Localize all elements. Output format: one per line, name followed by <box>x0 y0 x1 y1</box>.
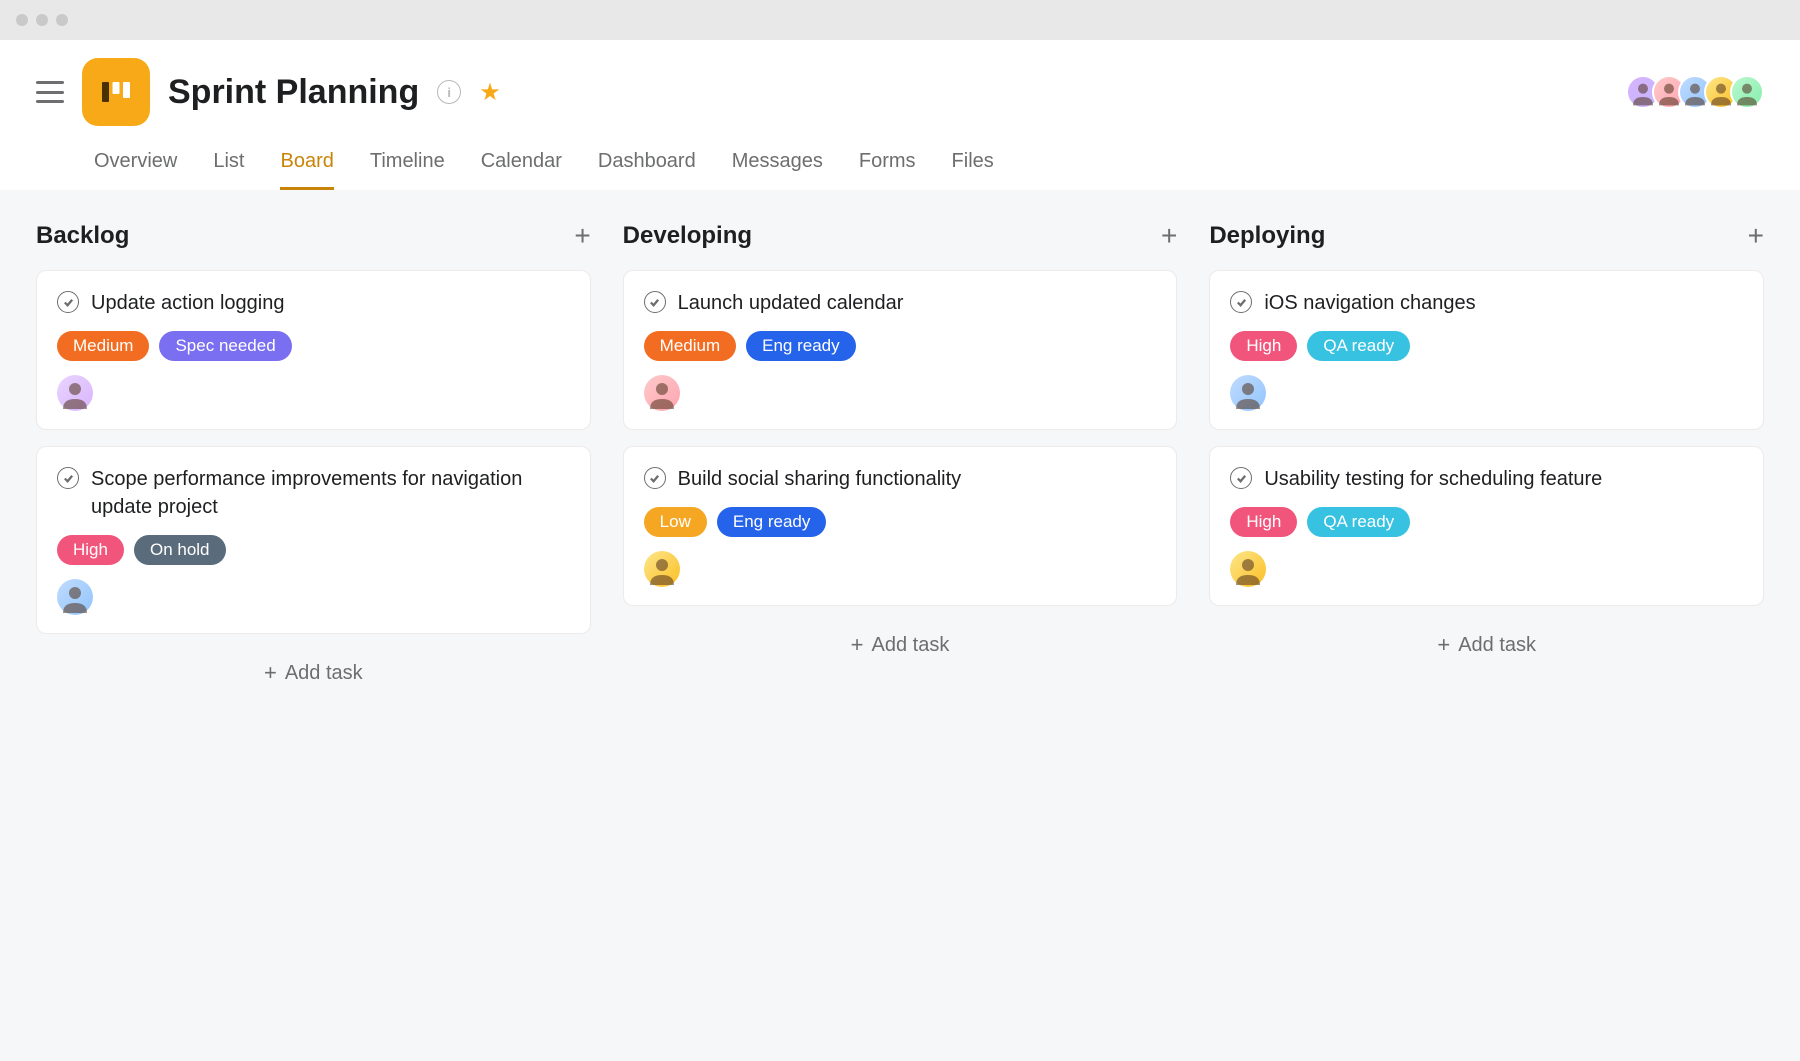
header-top: Sprint Planning i ★ <box>36 58 1764 126</box>
add-task-label: Add task <box>872 634 950 657</box>
card-title: Build social sharing functionality <box>678 465 962 493</box>
assignee-avatar[interactable] <box>57 375 93 411</box>
column-developing: Developing + Launch updated calendar Medium… <box>623 220 1178 696</box>
add-task-label: Add task <box>285 662 363 685</box>
tag[interactable]: High <box>57 535 124 565</box>
plus-icon: + <box>1437 632 1450 658</box>
card-tags: Medium Spec needed <box>57 331 570 361</box>
card-title: Update action logging <box>91 289 284 317</box>
window-dot <box>36 14 48 26</box>
card-title: Usability testing for scheduling feature <box>1264 465 1602 493</box>
view-tabs: Overview List Board Timeline Calendar Dashboa… <box>36 126 1764 190</box>
tab-timeline[interactable]: Timeline <box>370 150 445 190</box>
column-header: Developing + <box>623 220 1178 252</box>
header: Sprint Planning i ★ Overview List Board Tim… <box>0 40 1800 190</box>
board-glyph-icon <box>98 74 134 110</box>
task-card[interactable]: Scope performance improvements for navig… <box>36 446 591 634</box>
tab-forms[interactable]: Forms <box>859 150 916 190</box>
tab-dashboard[interactable]: Dashboard <box>598 150 696 190</box>
task-card[interactable]: Update action logging Medium Spec needed <box>36 270 591 430</box>
card-tags: High QA ready <box>1230 507 1743 537</box>
tab-calendar[interactable]: Calendar <box>481 150 562 190</box>
column-deploying: Deploying + iOS navigation changes High QA r… <box>1209 220 1764 696</box>
column-header: Backlog + <box>36 220 591 252</box>
task-card[interactable]: Launch updated calendar Medium Eng ready <box>623 270 1178 430</box>
star-icon[interactable]: ★ <box>479 78 501 107</box>
window-dot <box>16 14 28 26</box>
card-title-row: Launch updated calendar <box>644 289 1157 317</box>
project-icon <box>82 58 150 126</box>
complete-check-icon[interactable] <box>644 291 666 313</box>
tab-list[interactable]: List <box>213 150 244 190</box>
add-task-button[interactable]: + Add task <box>1209 622 1764 668</box>
assignee-avatar[interactable] <box>57 579 93 615</box>
tag[interactable]: On hold <box>134 535 226 565</box>
tag[interactable]: Low <box>644 507 707 537</box>
card-tags: High QA ready <box>1230 331 1743 361</box>
tag[interactable]: QA ready <box>1307 507 1410 537</box>
window-chrome <box>0 0 1800 40</box>
card-title-row: Usability testing for scheduling feature <box>1230 465 1743 493</box>
plus-icon: + <box>264 660 277 686</box>
complete-check-icon[interactable] <box>57 291 79 313</box>
card-title-row: Scope performance improvements for navig… <box>57 465 570 521</box>
project-members[interactable] <box>1626 75 1764 109</box>
task-card[interactable]: Usability testing for scheduling feature… <box>1209 446 1764 606</box>
task-card[interactable]: Build social sharing functionality Low Eng… <box>623 446 1178 606</box>
complete-check-icon[interactable] <box>644 467 666 489</box>
complete-check-icon[interactable] <box>57 467 79 489</box>
project-title: Sprint Planning <box>168 73 419 112</box>
column-header: Deploying + <box>1209 220 1764 252</box>
complete-check-icon[interactable] <box>1230 467 1252 489</box>
card-tags: High On hold <box>57 535 570 565</box>
tab-board[interactable]: Board <box>280 150 333 190</box>
add-task-label: Add task <box>1458 634 1536 657</box>
column-title: Developing <box>623 222 752 250</box>
card-tags: Low Eng ready <box>644 507 1157 537</box>
info-icon[interactable]: i <box>437 80 461 104</box>
column-backlog: Backlog + Update action logging Medium Spec … <box>36 220 591 696</box>
add-card-icon[interactable]: + <box>1161 220 1177 252</box>
plus-icon: + <box>851 632 864 658</box>
card-title: Scope performance improvements for navig… <box>91 465 570 521</box>
add-card-icon[interactable]: + <box>574 220 590 252</box>
card-tags: Medium Eng ready <box>644 331 1157 361</box>
tab-overview[interactable]: Overview <box>94 150 177 190</box>
add-task-button[interactable]: + Add task <box>36 650 591 696</box>
add-task-button[interactable]: + Add task <box>623 622 1178 668</box>
complete-check-icon[interactable] <box>1230 291 1252 313</box>
tab-messages[interactable]: Messages <box>732 150 823 190</box>
assignee-avatar[interactable] <box>1230 375 1266 411</box>
assignee-avatar[interactable] <box>644 375 680 411</box>
card-title: iOS navigation changes <box>1264 289 1475 317</box>
task-card[interactable]: iOS navigation changes High QA ready <box>1209 270 1764 430</box>
tag[interactable]: Spec needed <box>159 331 291 361</box>
tag[interactable]: Eng ready <box>746 331 856 361</box>
card-title-row: Build social sharing functionality <box>644 465 1157 493</box>
card-title-row: iOS navigation changes <box>1230 289 1743 317</box>
member-avatar[interactable] <box>1730 75 1764 109</box>
window-dot <box>56 14 68 26</box>
tag[interactable]: High <box>1230 331 1297 361</box>
board: Backlog + Update action logging Medium Spec … <box>0 190 1800 726</box>
card-title: Launch updated calendar <box>678 289 904 317</box>
card-title-row: Update action logging <box>57 289 570 317</box>
tag[interactable]: High <box>1230 507 1297 537</box>
hamburger-menu-icon[interactable] <box>36 81 64 103</box>
column-title: Backlog <box>36 222 129 250</box>
column-title: Deploying <box>1209 222 1325 250</box>
add-card-icon[interactable]: + <box>1748 220 1764 252</box>
tag[interactable]: QA ready <box>1307 331 1410 361</box>
tag[interactable]: Eng ready <box>717 507 827 537</box>
tag[interactable]: Medium <box>57 331 149 361</box>
assignee-avatar[interactable] <box>1230 551 1266 587</box>
tag[interactable]: Medium <box>644 331 736 361</box>
tab-files[interactable]: Files <box>952 150 994 190</box>
assignee-avatar[interactable] <box>644 551 680 587</box>
